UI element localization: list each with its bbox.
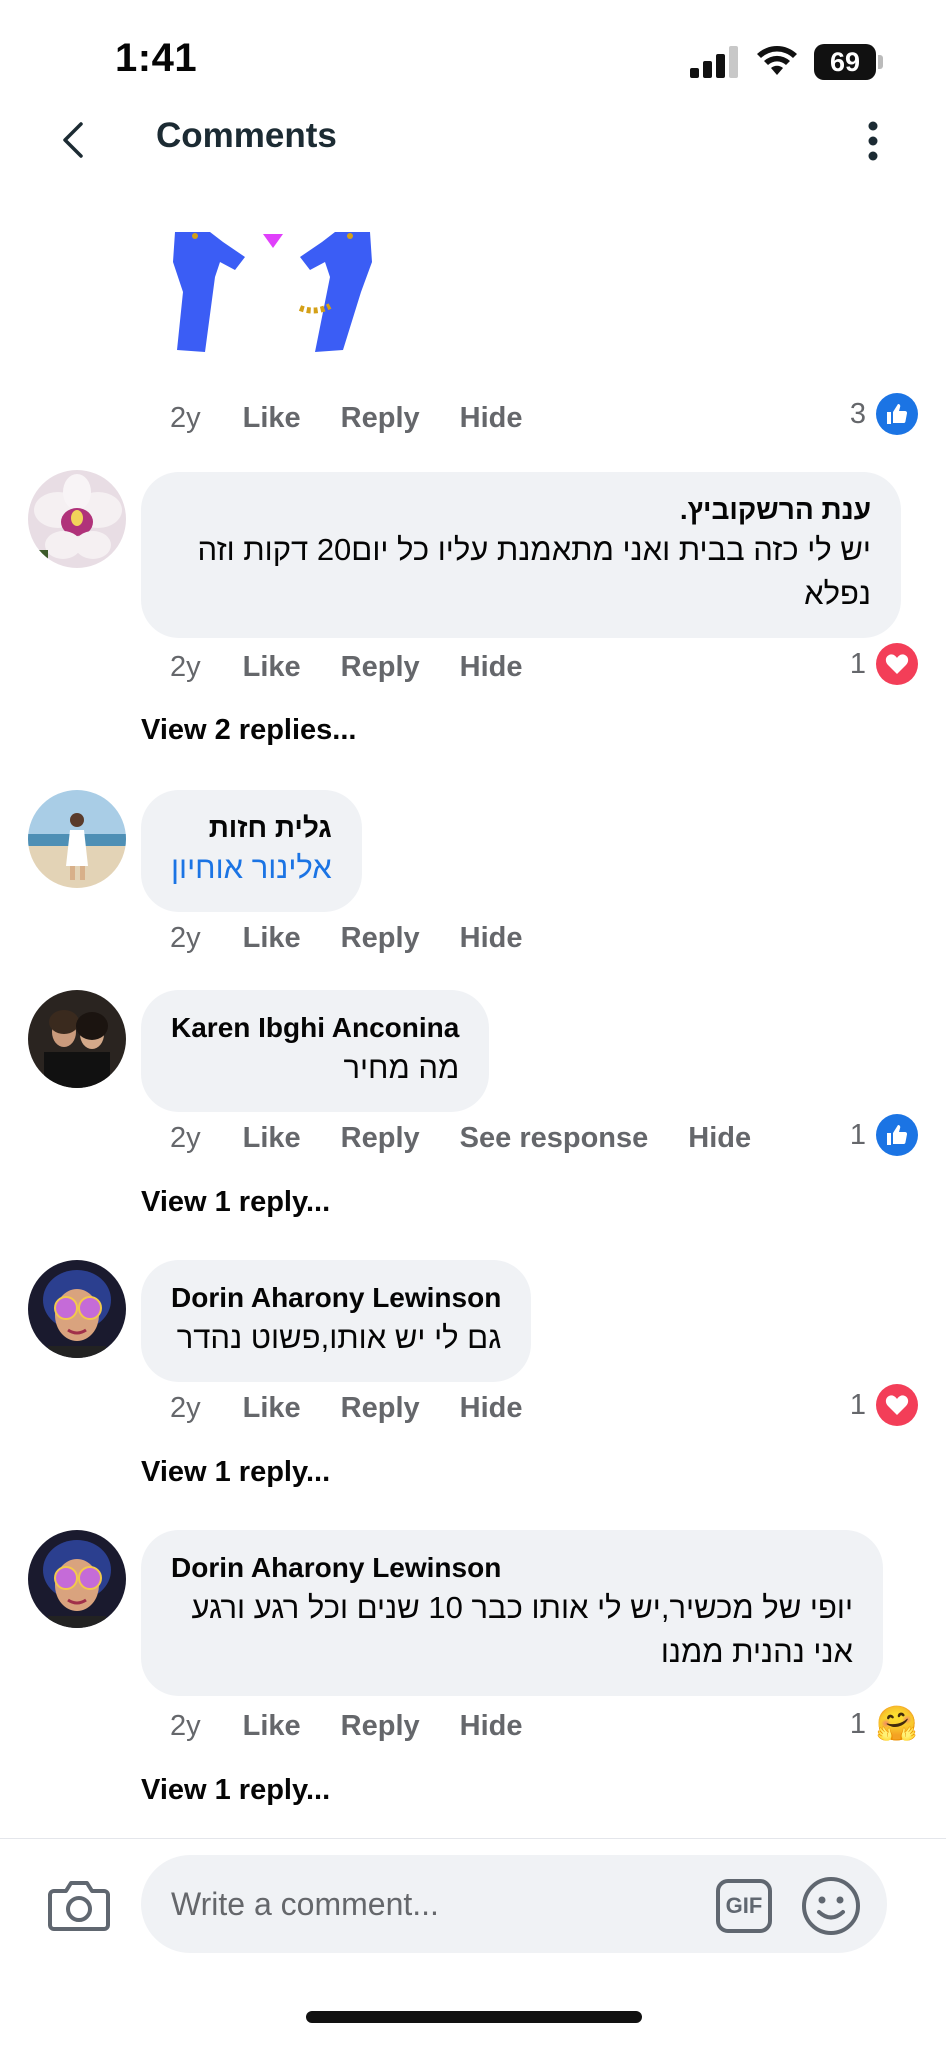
- reply-button[interactable]: Reply: [341, 922, 420, 955]
- battery-level: 69: [814, 44, 876, 80]
- status-bar: 1:41 69: [0, 0, 946, 110]
- cartoon-avatar-image: [28, 1530, 126, 1628]
- emoji-button[interactable]: [800, 1875, 862, 1937]
- chevron-left-icon: [63, 122, 83, 158]
- reply-button[interactable]: Reply: [341, 402, 420, 435]
- comment-bubble[interactable]: Karen Ibghi Anconina מה מחיר: [141, 990, 490, 1112]
- hide-button[interactable]: Hide: [688, 1122, 751, 1155]
- reaction-summary[interactable]: 1 🤗: [850, 1702, 918, 1746]
- comment-bubble[interactable]: גלית חזות אלינור אוחיון: [141, 790, 362, 912]
- avatar[interactable]: [28, 790, 126, 888]
- hide-button[interactable]: Hide: [460, 1710, 523, 1743]
- view-replies-link[interactable]: View 1 reply...: [141, 1186, 330, 1219]
- orchid-avatar-image: [28, 470, 126, 568]
- view-replies-link[interactable]: View 1 reply...: [141, 1456, 330, 1489]
- cartoon-avatar-image: [28, 1260, 126, 1358]
- reaction-summary[interactable]: 1: [850, 642, 918, 686]
- header: Comments: [0, 110, 946, 220]
- like-icon: [876, 393, 918, 435]
- hide-button[interactable]: Hide: [460, 651, 523, 684]
- gif-button[interactable]: GIF: [716, 1879, 772, 1933]
- reaction-count: 3: [849, 397, 866, 430]
- mentioned-user-link[interactable]: אלינור אוחיון: [171, 846, 332, 890]
- comment-age: 2y: [170, 401, 201, 434]
- reaction-summary[interactable]: 1: [850, 1113, 918, 1157]
- more-vertical-icon: [868, 121, 878, 161]
- view-replies-link[interactable]: View 1 reply...: [141, 1774, 330, 1807]
- beach-avatar-image: [28, 790, 126, 888]
- care-reaction-icon: 🤗: [875, 1705, 919, 1743]
- page-title: Comments: [156, 116, 337, 155]
- reply-button[interactable]: Reply: [341, 1392, 420, 1425]
- avatar[interactable]: [28, 1530, 126, 1628]
- comment-age: 2y: [170, 650, 201, 683]
- hide-button[interactable]: Hide: [460, 1392, 523, 1425]
- comment-age: 2y: [170, 1121, 201, 1154]
- reaction-count: 1: [849, 1388, 866, 1421]
- back-button[interactable]: [48, 110, 98, 170]
- reply-button[interactable]: Reply: [341, 1122, 420, 1155]
- heart-icon: [876, 1384, 918, 1426]
- two-women-avatar-image: [28, 990, 126, 1088]
- avatar[interactable]: [28, 1260, 126, 1358]
- comment-bubble[interactable]: Dorin Aharony Lewinson גם לי יש אותו,פשו…: [141, 1260, 532, 1382]
- reaction-count: 1: [849, 647, 866, 680]
- comment-age: 2y: [170, 1391, 201, 1424]
- comment-actions: 2y Like Reply See response Hide: [170, 1118, 791, 1158]
- comment-author[interactable]: Dorin Aharony Lewinson: [171, 1280, 501, 1316]
- like-button[interactable]: Like: [243, 1710, 301, 1743]
- comment-text: יש לי כזה בבית ואני מתאמנת עליו כל יום20…: [197, 532, 871, 611]
- comment-text: גם לי יש אותו,פשוט נהדר: [176, 1320, 502, 1355]
- smiley-icon: [802, 1877, 860, 1935]
- cellular-signal-icon: [690, 46, 738, 78]
- battery-icon: 69: [814, 44, 884, 80]
- see-response-button[interactable]: See response: [460, 1122, 649, 1155]
- camera-button[interactable]: [48, 1879, 110, 1939]
- comment-author[interactable]: ענת הרשקוביץ.: [171, 492, 871, 528]
- comment-actions: 2y Like Reply Hide: [170, 647, 563, 687]
- reaction-count: 1: [849, 1118, 866, 1151]
- like-button[interactable]: Like: [243, 922, 301, 955]
- like-button[interactable]: Like: [243, 402, 301, 435]
- like-button[interactable]: Like: [243, 1122, 301, 1155]
- like-icon: [876, 1114, 918, 1156]
- reaction-summary[interactable]: 3: [850, 392, 918, 436]
- hide-button[interactable]: Hide: [460, 402, 523, 435]
- like-button[interactable]: Like: [243, 651, 301, 684]
- reaction-summary[interactable]: 1: [850, 1383, 918, 1427]
- comment-author[interactable]: גלית חזות: [171, 810, 332, 846]
- reply-button[interactable]: Reply: [341, 651, 420, 684]
- view-replies-link[interactable]: View 2 replies...: [141, 714, 356, 747]
- home-indicator: [306, 2011, 642, 2023]
- comment-input[interactable]: [141, 1855, 887, 1953]
- comment-actions: 2y Like Reply Hide: [170, 1388, 563, 1428]
- comment-bubble[interactable]: Dorin Aharony Lewinson יופי של מכשיר,יש …: [141, 1530, 883, 1696]
- status-time: 1:41: [115, 36, 198, 80]
- reply-button[interactable]: Reply: [341, 1710, 420, 1743]
- avatar[interactable]: [28, 470, 126, 568]
- comment-text: יופי של מכשיר,יש לי אותו כבר 10 שנים וכל…: [191, 1590, 853, 1669]
- more-options-button[interactable]: [858, 116, 888, 166]
- hide-button[interactable]: Hide: [460, 922, 523, 955]
- wifi-icon: [757, 46, 797, 75]
- comment-text: מה מחיר: [343, 1050, 460, 1085]
- reaction-count: 1: [849, 1707, 866, 1740]
- comment-actions: 2y Like Reply Hide: [170, 918, 563, 958]
- camera-icon: [48, 1881, 110, 1931]
- comment-actions: 2y Like Reply Hide: [170, 1706, 563, 1746]
- avatar[interactable]: [28, 990, 126, 1088]
- comment-actions: 2y Like Reply Hide: [170, 398, 563, 438]
- hands-sticker-image: [173, 232, 372, 352]
- comment-author[interactable]: Karen Ibghi Anconina: [171, 1010, 459, 1046]
- comment-bubble[interactable]: ענת הרשקוביץ. יש לי כזה בבית ואני מתאמנת…: [141, 472, 901, 638]
- like-button[interactable]: Like: [243, 1392, 301, 1425]
- comment-age: 2y: [170, 921, 201, 954]
- heart-icon: [876, 643, 918, 685]
- comment-composer: GIF: [0, 1838, 946, 2048]
- comment-author[interactable]: Dorin Aharony Lewinson: [171, 1550, 853, 1586]
- comment-age: 2y: [170, 1709, 201, 1742]
